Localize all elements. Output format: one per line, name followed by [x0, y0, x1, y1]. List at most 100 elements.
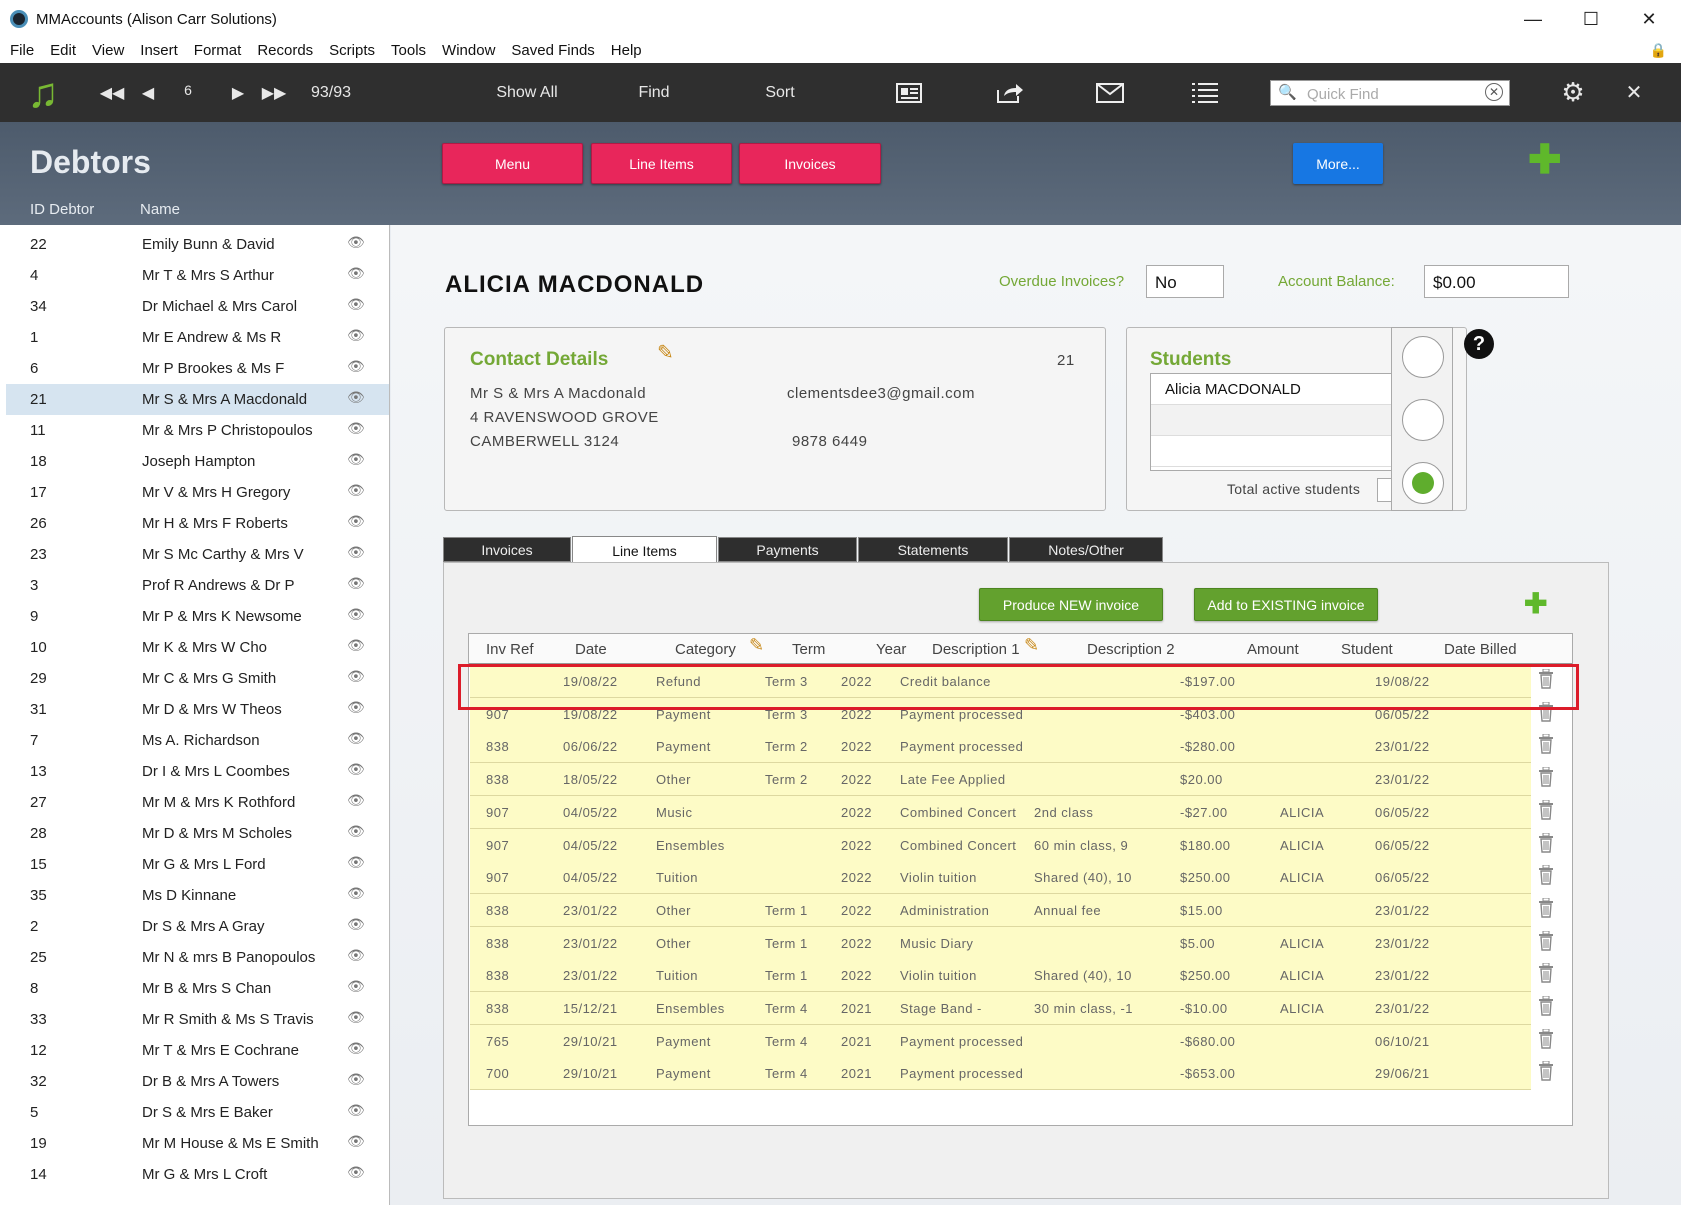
list-item[interactable]: 32 Dr B & Mrs A Towers 👁 [6, 1066, 389, 1097]
col-amount[interactable]: Amount [1247, 641, 1299, 658]
produce-new-invoice-button[interactable]: Produce NEW invoice [979, 588, 1163, 621]
maximize-button[interactable]: ☐ [1563, 0, 1619, 38]
cell-year[interactable]: 2022 [841, 805, 872, 820]
hide-eye-icon[interactable]: 👁 [347, 606, 365, 623]
list-item[interactable]: 26 Mr H & Mrs F Roberts 👁 [6, 508, 389, 539]
cell-stu[interactable]: ALICIA [1280, 838, 1324, 853]
trash-icon[interactable] [1538, 962, 1554, 989]
cell-d1[interactable]: Music Diary [900, 936, 973, 951]
add-to-existing-invoice-button[interactable]: Add to EXISTING invoice [1194, 588, 1378, 621]
cell-d2[interactable]: Annual fee [1034, 903, 1101, 918]
list-item[interactable]: 19 Mr M House & Ms E Smith 👁 [6, 1128, 389, 1159]
cell-d2[interactable]: 60 min class, 9 [1034, 838, 1128, 853]
card-view-icon[interactable] [893, 63, 925, 122]
hide-eye-icon[interactable]: 👁 [347, 885, 365, 902]
list-item[interactable]: 9 Mr P & Mrs K Newsome 👁 [6, 601, 389, 632]
cell-billed[interactable]: 23/01/22 [1375, 903, 1430, 918]
record-number[interactable]: 6 [176, 60, 200, 119]
cell-amt[interactable]: -$27.00 [1180, 805, 1228, 820]
col-date-billed[interactable]: Date Billed [1444, 641, 1517, 658]
cell-date[interactable]: 29/10/21 [563, 1066, 618, 1081]
cell-billed[interactable]: 23/01/22 [1375, 772, 1430, 787]
cell-year[interactable]: 2022 [841, 903, 872, 918]
menu-edit[interactable]: Edit [42, 42, 84, 59]
col-student[interactable]: Student [1341, 641, 1393, 658]
trash-icon[interactable] [1538, 668, 1554, 695]
overdue-field[interactable]: No [1146, 265, 1224, 298]
hide-eye-icon[interactable]: 👁 [347, 265, 365, 282]
cell-d1[interactable]: Payment processed [900, 1066, 1023, 1081]
cell-term[interactable]: Term 1 [765, 903, 808, 918]
hide-eye-icon[interactable]: 👁 [347, 699, 365, 716]
edit-pencil-icon[interactable]: ✎ [1024, 635, 1039, 656]
cell-term[interactable]: Term 2 [765, 772, 808, 787]
cell-inv[interactable]: 838 [486, 1001, 509, 1016]
cell-stu[interactable]: ALICIA [1280, 936, 1324, 951]
cell-inv[interactable]: 907 [486, 838, 509, 853]
cell-cat[interactable]: Ensembles [656, 838, 725, 853]
list-item[interactable]: 13 Dr I & Mrs L Coombes 👁 [6, 756, 389, 787]
hide-eye-icon[interactable]: 👁 [347, 730, 365, 747]
list-item[interactable]: 34 Dr Michael & Mrs Carol 👁 [6, 291, 389, 322]
column-header-name[interactable]: Name [140, 201, 180, 218]
line-items-button[interactable]: Line Items [591, 143, 732, 184]
table-row[interactable]: 838 18/05/22 Other Term 2 2022 Late Fee Appli… [470, 763, 1531, 797]
cell-inv[interactable]: 838 [486, 936, 509, 951]
table-row[interactable]: 700 29/10/21 Payment Term 4 2021 Payment proc… [470, 1057, 1531, 1091]
trash-icon[interactable] [1538, 897, 1554, 924]
tab-payments[interactable]: Payments [718, 537, 857, 562]
add-plus-icon[interactable]: ✚ [1528, 140, 1562, 180]
hide-eye-icon[interactable]: 👁 [347, 420, 365, 437]
cell-d1[interactable]: Late Fee Applied [900, 772, 1006, 787]
cell-inv[interactable]: 700 [486, 1066, 509, 1081]
cell-stu[interactable]: ALICIA [1280, 805, 1324, 820]
email-icon[interactable] [1093, 63, 1127, 122]
cell-cat[interactable]: Refund [656, 674, 701, 689]
cell-inv[interactable]: 838 [486, 739, 509, 754]
cell-stu[interactable]: ALICIA [1280, 968, 1324, 983]
table-row[interactable]: 907 04/05/22 Tuition 2022 Violin tuition Shar… [470, 861, 1531, 895]
list-item[interactable]: 14 Mr G & Mrs L Croft 👁 [6, 1159, 389, 1190]
hide-eye-icon[interactable]: 👁 [347, 668, 365, 685]
hide-eye-icon[interactable]: 👁 [347, 916, 365, 933]
cell-date[interactable]: 23/01/22 [563, 968, 618, 983]
hide-eye-icon[interactable]: 👁 [347, 451, 365, 468]
cell-d2[interactable]: Shared (40), 10 [1034, 968, 1132, 983]
find-button[interactable]: Find [622, 63, 686, 122]
list-item[interactable]: 22 Emily Bunn & David 👁 [6, 229, 389, 260]
list-item[interactable]: 4 Mr T & Mrs S Arthur 👁 [6, 260, 389, 291]
trash-icon[interactable] [1538, 733, 1554, 760]
menu-scripts[interactable]: Scripts [321, 42, 383, 59]
tab-notes-other[interactable]: Notes/Other [1009, 537, 1163, 562]
cell-billed[interactable]: 06/05/22 [1375, 707, 1430, 722]
list-item[interactable]: 23 Mr S Mc Carthy & Mrs V 👁 [6, 539, 389, 570]
cell-cat[interactable]: Other [656, 903, 691, 918]
contact-email[interactable]: clementsdee3@gmail.com [787, 385, 975, 402]
list-item[interactable]: 8 Mr B & Mrs S Chan 👁 [6, 973, 389, 1004]
cell-d2[interactable]: 2nd class [1034, 805, 1093, 820]
cell-cat[interactable]: Payment [656, 707, 711, 722]
cell-d1[interactable]: Combined Concert [900, 805, 1016, 820]
cell-amt[interactable]: -$10.00 [1180, 1001, 1228, 1016]
col-date[interactable]: Date [575, 641, 607, 658]
hide-eye-icon[interactable]: 👁 [347, 1133, 365, 1150]
sort-button[interactable]: Sort [750, 63, 810, 122]
list-item[interactable]: 3 Prof R Andrews & Dr P 👁 [6, 570, 389, 601]
tab-statements[interactable]: Statements [858, 537, 1008, 562]
trash-icon[interactable] [1538, 799, 1554, 826]
more-button[interactable]: More... [1293, 143, 1383, 184]
quick-find[interactable]: 🔍 ✕ [1270, 80, 1510, 106]
cell-billed[interactable]: 19/08/22 [1375, 674, 1430, 689]
menu-help[interactable]: Help [603, 42, 650, 59]
col-description-1[interactable]: Description 1 [932, 641, 1020, 658]
edit-pencil-icon[interactable]: ✎ [749, 635, 764, 656]
table-row[interactable]: 838 06/06/22 Payment Term 2 2022 Payment proc… [470, 730, 1531, 764]
table-row[interactable]: 838 15/12/21 Ensembles Term 4 2021 Stage Band… [470, 992, 1531, 1025]
cell-amt[interactable]: $5.00 [1180, 936, 1215, 951]
table-row[interactable]: 19/08/22 Refund Term 3 2022 Credit balance -$… [470, 665, 1531, 698]
edit-pencil-icon[interactable]: ✎ [657, 340, 674, 365]
help-icon[interactable]: ? [1464, 329, 1494, 359]
hide-eye-icon[interactable]: 👁 [347, 513, 365, 530]
trash-icon[interactable] [1538, 701, 1554, 728]
hide-eye-icon[interactable]: 👁 [347, 575, 365, 592]
